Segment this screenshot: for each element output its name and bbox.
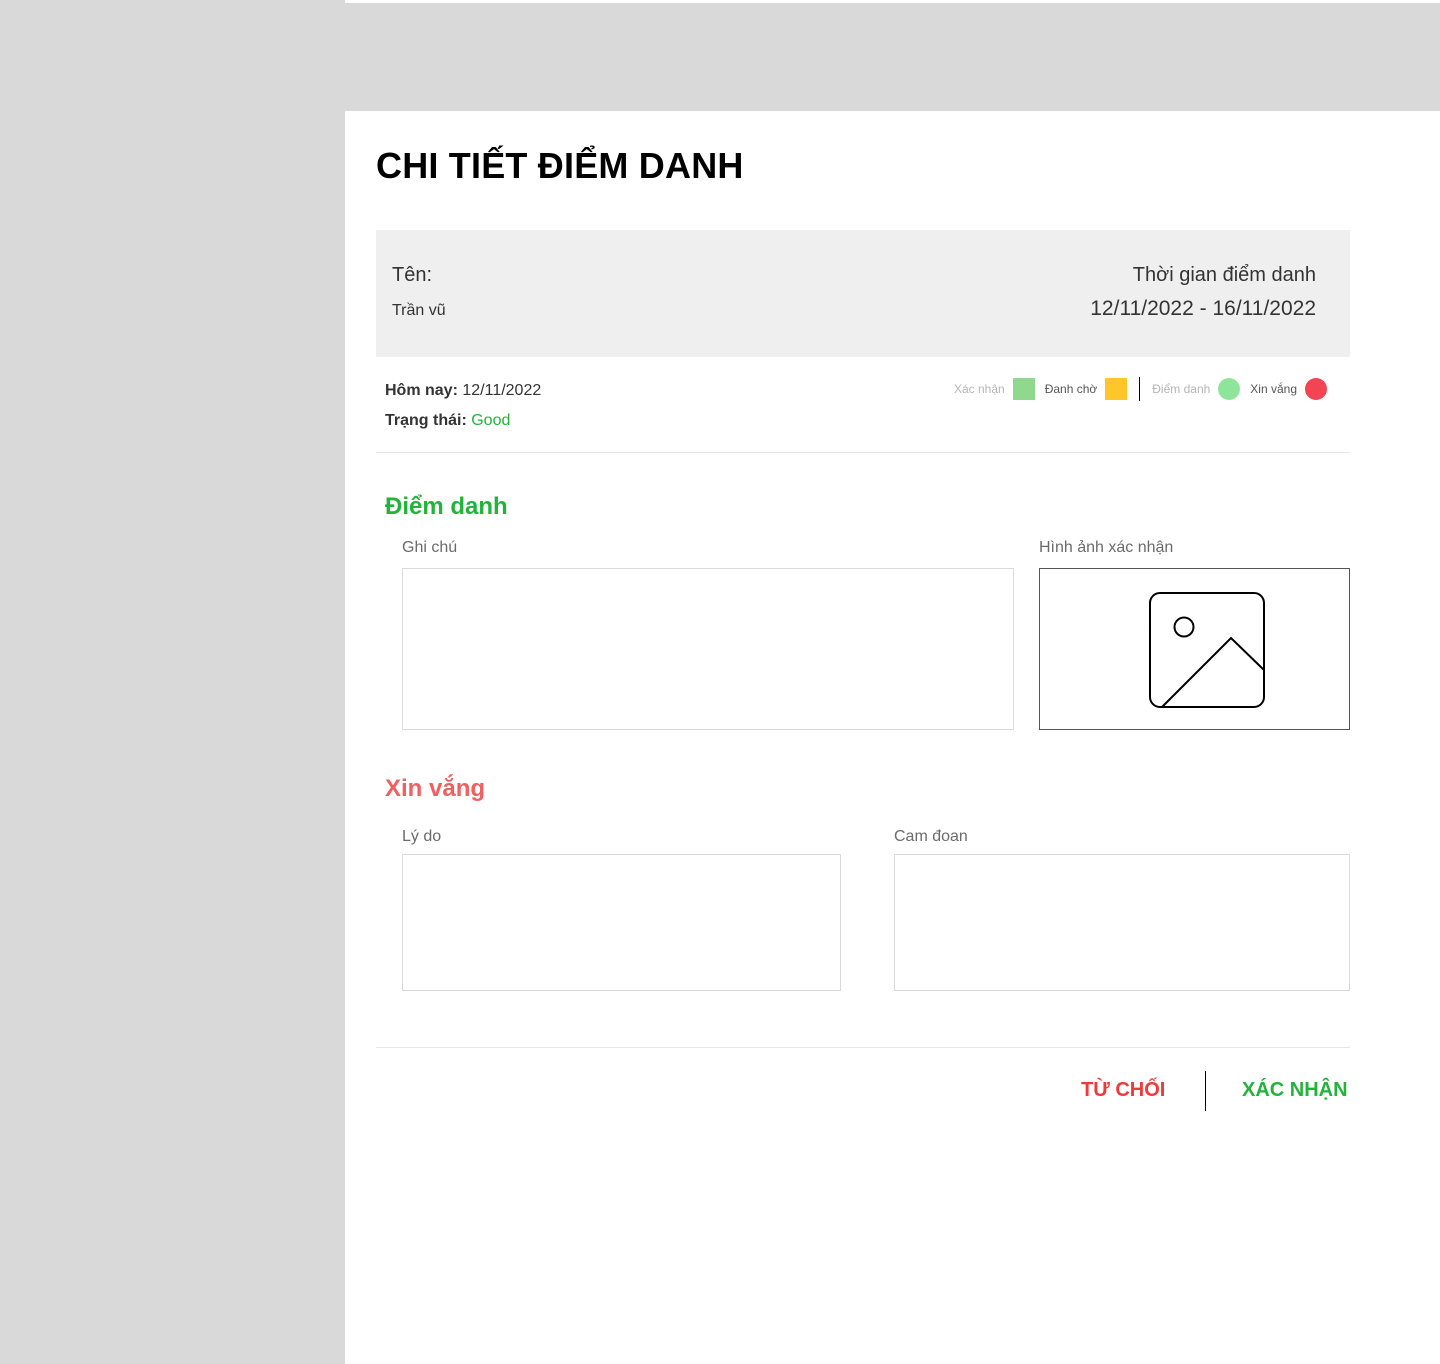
attendance-section-title: Điểm danh <box>385 493 508 520</box>
reason-label: Lý do <box>402 828 442 845</box>
image-placeholder-icon <box>1149 592 1265 708</box>
info-box: Tên: Trần vũ Thời gian điểm danh 12/11/2… <box>376 230 1350 357</box>
page-title: CHI TIẾT ĐIỂM DANH <box>376 145 744 186</box>
footer-divider <box>376 1047 1350 1048</box>
reason-input[interactable] <box>402 854 841 991</box>
leave-section-title: Xin vắng <box>385 775 486 802</box>
legend-label-pending: Đanh chờ <box>1044 382 1098 396</box>
name-value: Trần vũ <box>392 302 446 319</box>
confirm-button[interactable]: XÁC NHẬN <box>1242 1079 1348 1102</box>
legend-divider <box>1139 377 1141 401</box>
top-header-bar <box>345 3 1440 111</box>
name-label: Tên: <box>392 264 433 286</box>
confirm-image-box[interactable] <box>1039 568 1350 730</box>
action-divider <box>1205 1071 1206 1111</box>
reject-button[interactable]: TỪ CHỐI <box>1081 1079 1165 1102</box>
attendance-time-value: 12/11/2022 - 16/11/2022 <box>1090 297 1316 320</box>
main-panel: CHI TIẾT ĐIỂM DANH Tên: Trần vũ Thời gia… <box>345 111 1440 1364</box>
note-label: Ghi chú <box>402 539 458 556</box>
legend: Xác nhận Đanh chờ Điểm danh Xin vắng <box>954 377 1337 401</box>
legend-swatch-confirmed <box>1012 378 1035 400</box>
status-label: Trạng thái: <box>385 412 467 429</box>
status-line: Trạng thái: Good <box>385 412 510 430</box>
legend-label-confirmed: Xác nhận <box>953 382 1005 396</box>
attendance-time-label: Thời gian điểm danh <box>1132 264 1316 286</box>
legend-swatch-pending <box>1105 378 1128 400</box>
legend-dot-attended <box>1218 378 1241 400</box>
section-divider <box>376 452 1350 453</box>
legend-label-leave: Xin vắng <box>1250 382 1297 396</box>
note-input[interactable] <box>402 568 1014 730</box>
today-label: Hôm nay: <box>385 382 458 399</box>
today-line: Hôm nay: 12/11/2022 <box>385 382 541 400</box>
legend-label-attended: Điểm danh <box>1152 382 1211 396</box>
status-value: Good <box>471 412 511 429</box>
today-value: 12/11/2022 <box>462 382 542 399</box>
pledge-label: Cam đoan <box>894 828 968 845</box>
legend-dot-leave <box>1305 378 1327 400</box>
sidebar <box>0 0 345 1364</box>
confirm-image-label: Hình ảnh xác nhận <box>1039 539 1174 556</box>
pledge-input[interactable] <box>894 854 1350 991</box>
